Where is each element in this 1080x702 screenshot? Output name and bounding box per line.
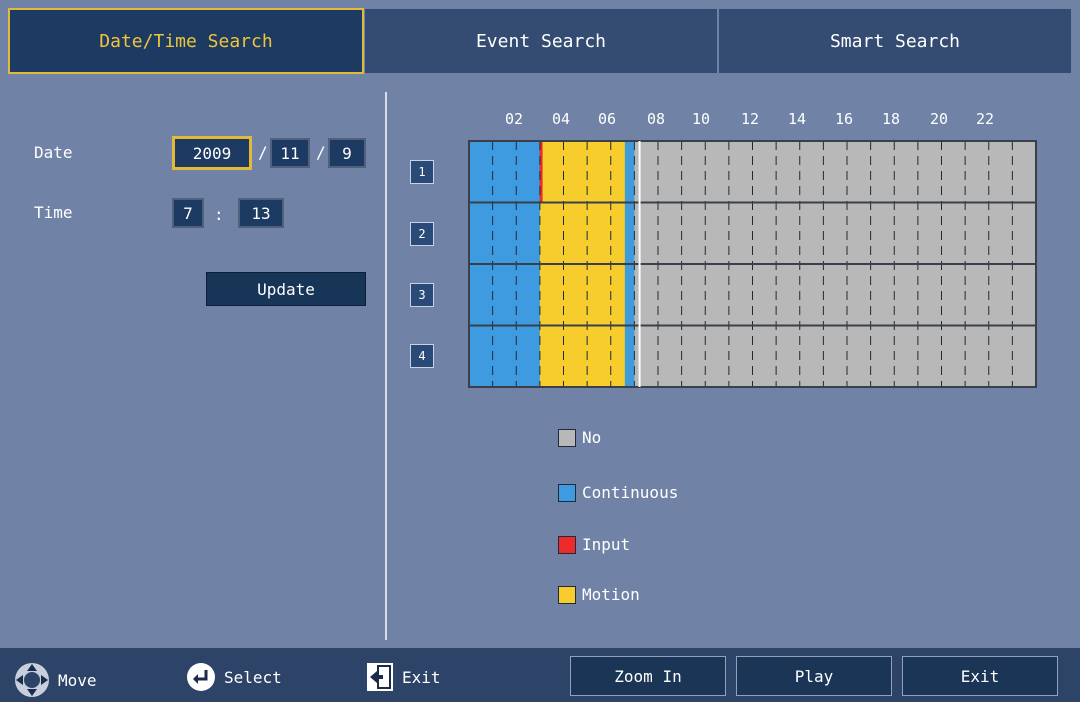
timeline-segment-no [634, 202, 1036, 264]
hint-select: Select [186, 662, 282, 692]
timeline-segment-continuous [469, 202, 540, 264]
timeline-segment-motion [539, 141, 625, 203]
timeline-segment-motion [539, 202, 625, 264]
timeline-segment-continuous [469, 325, 540, 387]
timeline-segment-motion [539, 264, 625, 326]
timeline-segment-continuous [469, 264, 540, 326]
timeline-segment-no [634, 264, 1036, 326]
hint-move: Move [14, 662, 97, 698]
hint-label: Select [224, 667, 282, 687]
timeline-segment-continuous [469, 141, 540, 203]
timeline-segment-continuous [624, 264, 635, 326]
hint-label: Move [58, 670, 97, 690]
legend-label: Input [582, 535, 631, 554]
play-button[interactable]: Play [736, 656, 892, 696]
timeline-segment-motion [539, 325, 625, 387]
legend-label: Motion [582, 585, 640, 604]
legend-motion: Motion [558, 585, 640, 604]
timeline-segment-continuous [624, 141, 635, 203]
legend-label: No [582, 428, 602, 447]
exit-button[interactable]: Exit [902, 656, 1058, 696]
hint-label: Exit [402, 667, 441, 687]
legend-no: No [558, 428, 601, 447]
legend-swatch-input [558, 535, 576, 554]
timeline-segment-no [634, 141, 1036, 203]
legend-input: Input [558, 535, 630, 554]
recording-timeline[interactable] [0, 0, 1080, 702]
exit-door-icon [367, 663, 393, 691]
zoom-in-button[interactable]: Zoom In [570, 656, 726, 696]
dpad-icon [15, 663, 49, 697]
timeline-segment-no [634, 325, 1036, 387]
timeline-segment-continuous [624, 325, 635, 387]
legend-swatch-motion [558, 585, 576, 604]
legend-label: Continuous [582, 483, 679, 502]
legend-swatch-no [558, 428, 576, 447]
enter-icon [187, 663, 215, 691]
hint-exit: Exit [366, 662, 441, 692]
legend-continuous: Continuous [558, 483, 678, 502]
legend-swatch-continuous [558, 483, 576, 502]
timeline-segment-continuous [624, 202, 635, 264]
